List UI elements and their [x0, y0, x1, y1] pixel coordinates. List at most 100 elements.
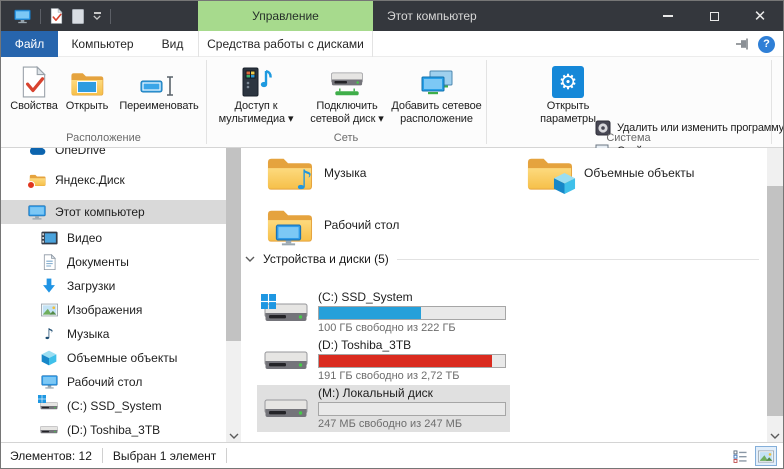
main-scrollbar[interactable]	[767, 148, 783, 442]
sidebar-scrollbar-thumb[interactable]	[226, 148, 241, 341]
open-settings-label-1: Открыть	[547, 100, 590, 113]
devices-and-drives-section-header[interactable]: Устройства и диски (5)	[245, 252, 759, 266]
drive-c-icon	[40, 397, 58, 415]
tab-file[interactable]: Файл	[1, 31, 58, 57]
chevron-down-icon	[229, 433, 239, 439]
rename-button[interactable]: Переименовать	[113, 61, 205, 113]
close-button[interactable]: ✕	[737, 1, 783, 31]
quick-access-toolbar	[14, 1, 111, 31]
sidebar-item-yandex-disk[interactable]: Яндекс.Диск	[1, 168, 226, 192]
help-button[interactable]: ?	[758, 36, 775, 53]
pin-ribbon-button[interactable]	[735, 37, 749, 51]
drive-tile-m[interactable]: (M:) Локальный диск 247 МБ свободно из 2…	[257, 385, 510, 432]
media-access-button[interactable]: Доступ к мультимедиа ▾	[213, 61, 299, 126]
ribbon-tab-row: Файл Компьютер Вид Средства работы с дис…	[1, 31, 783, 57]
status-divider	[102, 448, 103, 463]
maximize-icon	[710, 12, 719, 21]
view-toggle-buttons	[729, 443, 777, 469]
folder-tile-3d-objects[interactable]: Объемные объекты	[526, 149, 694, 197]
folder-tile-music[interactable]: ♪ Музыка	[266, 149, 366, 197]
group-label-system: Система	[486, 132, 771, 144]
sidebar-item-pictures[interactable]: Изображения	[1, 298, 226, 322]
drive-tile-c[interactable]: (C:) SSD_System 100 ГБ свободно из 222 Г…	[257, 289, 510, 336]
qat-computer-button[interactable]	[14, 9, 31, 24]
music-folder-icon: ♪	[266, 153, 313, 193]
3d-objects-folder-icon	[526, 153, 573, 193]
contextual-tab-header[interactable]: Управление	[198, 1, 373, 31]
section-title: Устройства и диски (5)	[263, 252, 389, 266]
sidebar-item-this-pc[interactable]: Этот компьютер	[1, 200, 226, 224]
sidebar-item-documents[interactable]: Документы	[1, 250, 226, 274]
drive-tile-d[interactable]: (D:) Toshiba_3TB 191 ГБ свободно из 2,72…	[257, 337, 510, 384]
settings-gear-icon: ⚙	[552, 66, 584, 98]
minimize-button[interactable]	[645, 1, 691, 31]
drive-c-icon	[263, 298, 309, 328]
qat-customize-button[interactable]	[93, 12, 101, 20]
sidebar-item-drive-d[interactable]: (D:) Toshiba_3TB	[1, 418, 226, 442]
sidebar-item-label: Музыка	[67, 327, 109, 341]
sidebar-item-video[interactable]: Видео	[1, 226, 226, 250]
folder-label: Музыка	[324, 166, 366, 180]
sidebar-item-onedrive[interactable]: OneDrive	[1, 148, 226, 162]
sidebar-item-drive-c[interactable]: (C:) SSD_System	[1, 394, 226, 418]
drive-free-space: 247 МБ свободно из 247 МБ	[318, 418, 506, 431]
network-drive-icon	[329, 61, 365, 98]
properties-button[interactable]: Свойства	[7, 61, 61, 113]
window-controls: ✕	[645, 1, 783, 31]
drive-free-space: 191 ГБ свободно из 2,72 ТБ	[318, 370, 506, 383]
sidebar-item-label: OneDrive	[55, 148, 106, 157]
qat-new-folder-button[interactable]	[72, 9, 84, 24]
tab-disk-tools[interactable]: Средства работы с дисками	[198, 31, 373, 57]
onedrive-cloud-icon	[28, 148, 46, 159]
details-view-icon	[733, 450, 748, 463]
sidebar-item-label: Яндекс.Диск	[55, 173, 125, 187]
qat-properties-button[interactable]	[50, 8, 63, 24]
add-network-location-button[interactable]: Добавить сетевое расположение	[389, 61, 484, 126]
qat-separator	[110, 9, 111, 24]
qat-separator	[40, 9, 41, 24]
scroll-down-arrow[interactable]	[767, 433, 783, 439]
chevron-down-icon	[770, 433, 780, 439]
details-view-button[interactable]	[729, 446, 751, 466]
sidebar-item-label: (D:) Toshiba_3TB	[67, 423, 160, 437]
folder-tile-desktop[interactable]: Рабочий стол	[266, 201, 399, 249]
tab-view[interactable]: Вид	[147, 31, 198, 57]
chevron-down-icon	[245, 256, 255, 262]
document-icon	[72, 9, 84, 24]
network-monitors-icon	[420, 61, 454, 98]
sidebar-item-downloads[interactable]: Загрузки	[1, 274, 226, 298]
open-folder-icon	[70, 61, 104, 98]
group-label-location: Расположение	[1, 132, 206, 144]
open-settings-label-2: параметры	[540, 113, 596, 126]
sidebar-item-label: Документы	[67, 255, 129, 269]
scroll-down-arrow[interactable]	[226, 433, 241, 439]
music-note-icon: ♪	[40, 325, 58, 343]
status-divider	[226, 448, 227, 463]
sidebar-item-label: Изображения	[67, 303, 142, 317]
documents-icon	[40, 253, 58, 271]
tab-computer[interactable]: Компьютер	[58, 31, 147, 57]
media-server-icon	[240, 61, 272, 98]
sidebar-item-desktop[interactable]: Рабочий стол	[1, 370, 226, 394]
sidebar-item-3d-objects[interactable]: Объемные объекты	[1, 346, 226, 370]
media-access-label-1: Доступ к	[235, 100, 278, 113]
minimize-icon	[663, 15, 673, 17]
rename-label: Переименовать	[119, 100, 198, 113]
open-button[interactable]: Открыть	[61, 61, 113, 113]
sidebar-item-label: Загрузки	[67, 279, 115, 293]
drive-d-icon	[40, 421, 58, 439]
ribbon: Свойства Открыть Переименовать Расположе…	[1, 57, 783, 148]
navigation-pane: OneDrive Яндекс.Диск Этот компьютер Виде…	[1, 148, 226, 442]
thumbnail-view-button[interactable]	[755, 446, 777, 466]
sidebar-scrollbar[interactable]	[226, 148, 241, 442]
downloads-icon	[40, 277, 58, 295]
desktop-icon	[40, 373, 58, 391]
open-settings-button[interactable]: ⚙ Открыть параметры	[537, 61, 599, 126]
sidebar-item-music[interactable]: ♪ Музыка	[1, 322, 226, 346]
main-scrollbar-thumb[interactable]	[767, 186, 783, 416]
drive-usage-bar	[318, 306, 506, 320]
add-location-label-1: Добавить сетевое	[391, 100, 481, 113]
map-network-drive-button[interactable]: Подключить сетевой диск ▾	[301, 61, 393, 126]
section-rule	[397, 259, 759, 260]
maximize-button[interactable]	[691, 1, 737, 31]
